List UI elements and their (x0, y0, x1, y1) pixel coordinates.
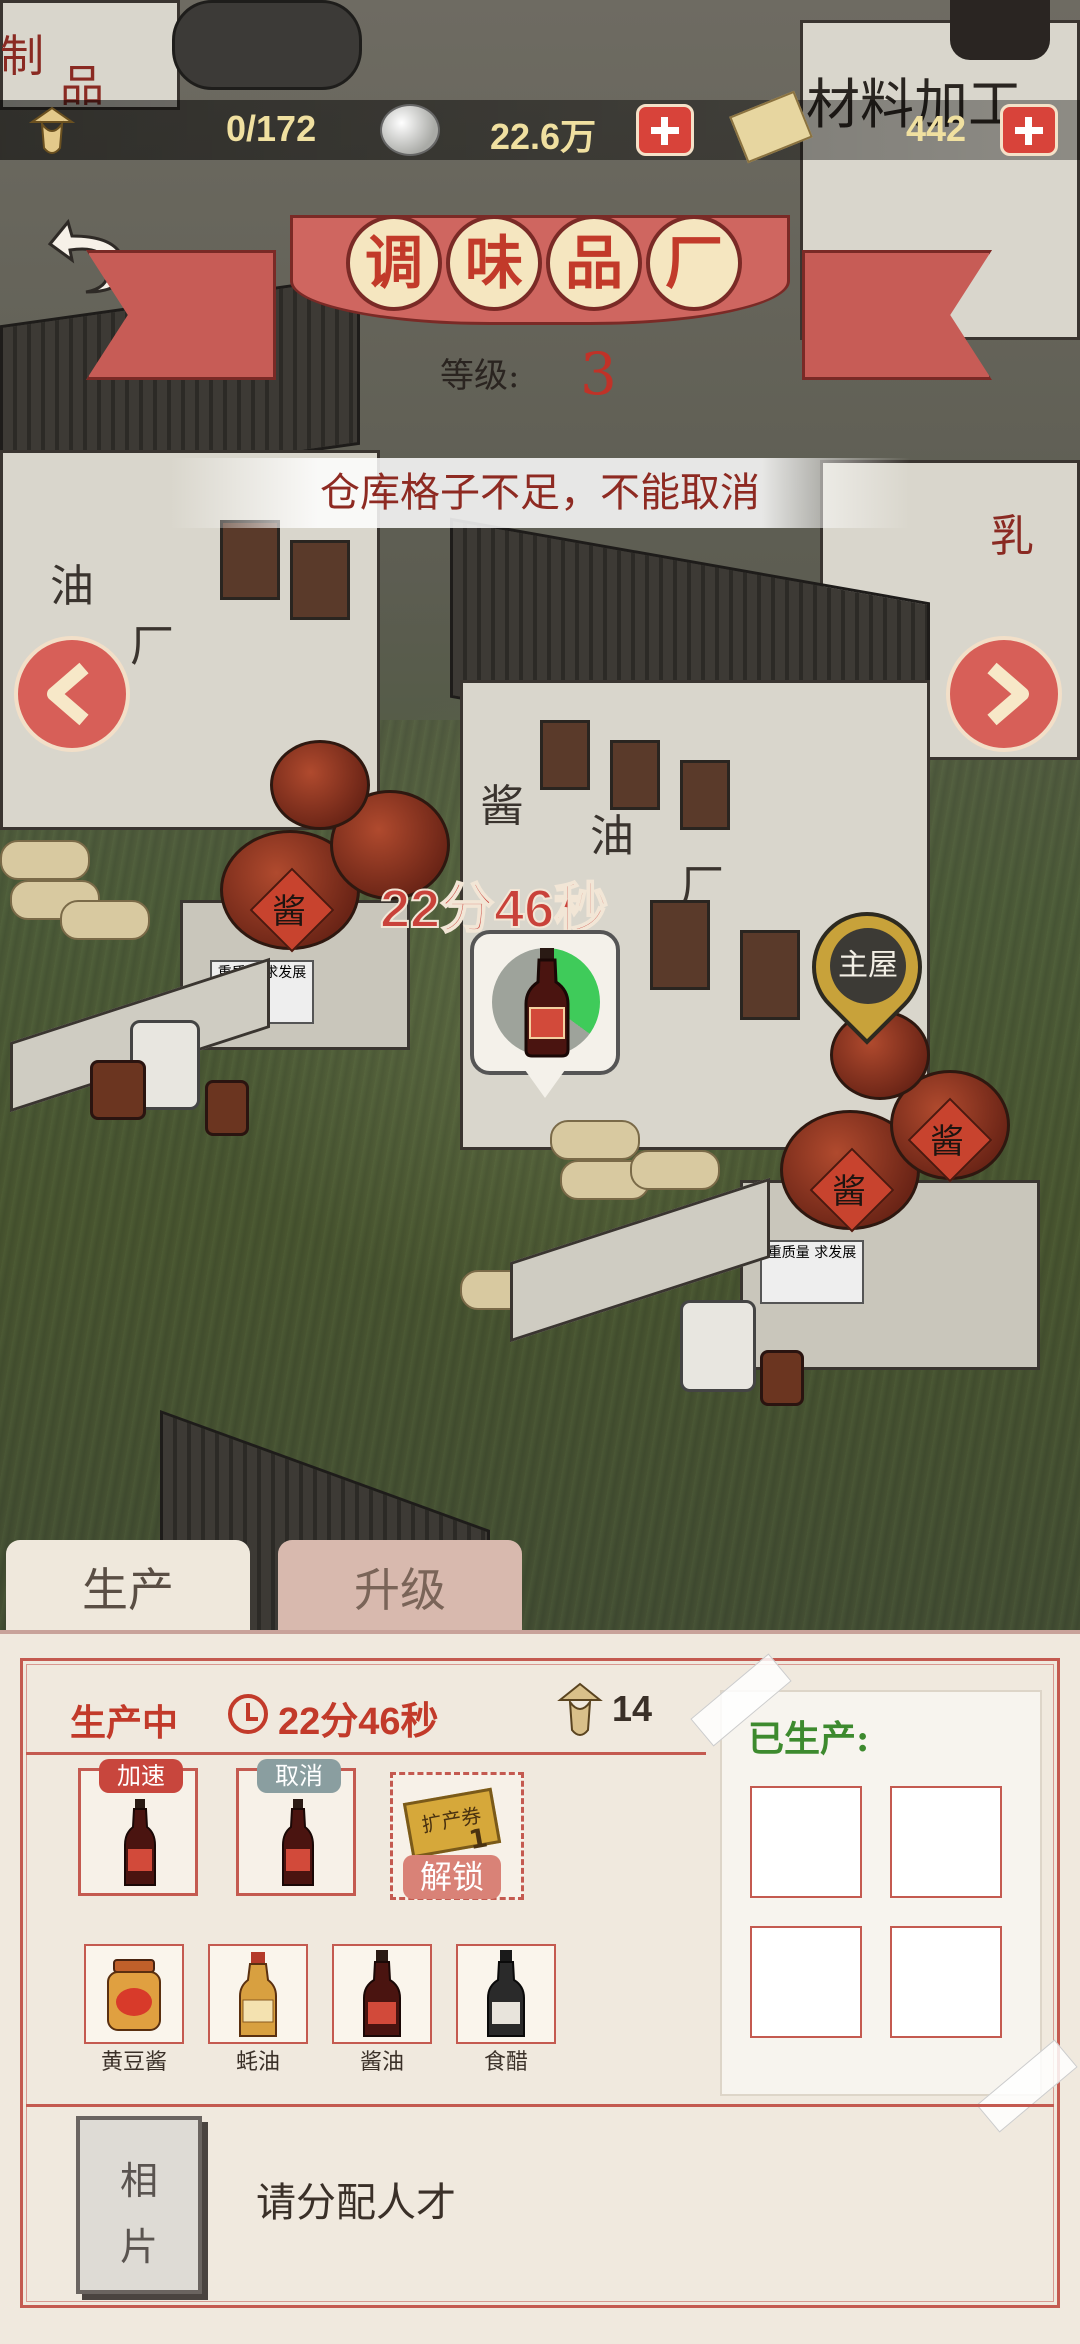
speed-up-button[interactable]: 加速 (99, 1759, 183, 1793)
window (740, 930, 800, 1020)
silver-coin-icon (380, 104, 440, 156)
panel-divider (26, 1752, 706, 1755)
production-slot-speedup[interactable]: 加速 (78, 1759, 198, 1896)
chevron-right-icon (987, 662, 1029, 726)
soy-sauce-bottle-icon (363, 1950, 401, 2037)
title-char-disc: 味 (446, 215, 542, 311)
silver-amount: 22.6万 (490, 116, 597, 157)
jar-text: 酱 (272, 892, 306, 932)
sign-char: 乳 (990, 511, 1034, 562)
tab-production[interactable]: 生产 (6, 1540, 250, 1640)
product-name: 黄豆酱 (100, 2050, 167, 2075)
produced-slot[interactable] (750, 1786, 862, 1898)
wood-bucket (90, 1060, 146, 1120)
tab-upgrade[interactable]: 升级 (278, 1540, 522, 1640)
product-option-vinegar[interactable] (456, 1944, 556, 2044)
sign-char: 厂 (130, 621, 174, 672)
window (220, 520, 280, 600)
assign-talent-prompt: 请分配人才 (256, 2180, 456, 2226)
production-slot-cancel[interactable]: 取消 (236, 1759, 356, 1896)
worker-hat-icon (28, 106, 76, 154)
water-tank (172, 0, 362, 90)
window (680, 760, 730, 830)
white-barrel (680, 1300, 756, 1392)
previous-building-button[interactable] (14, 636, 130, 752)
sign-char: 油 (50, 561, 94, 612)
photo-char: 相 (119, 2159, 158, 2203)
grain-sack (630, 1150, 720, 1190)
soy-sauce-bottle-icon (524, 948, 570, 1058)
grain-sack (550, 1120, 640, 1160)
panel-lower-divider (26, 2104, 1054, 2107)
bean-paste-jar-icon (107, 1959, 161, 2031)
window (650, 900, 710, 990)
level-label: 等级: (440, 356, 520, 396)
produced-title: 已生产: (748, 1718, 870, 1760)
level-value: 3 (580, 340, 617, 408)
wood-bucket (205, 1080, 249, 1136)
product-option-oyster-sauce[interactable] (208, 1944, 308, 2044)
production-slot-locked[interactable]: 扩产券 1 解锁 (390, 1772, 524, 1900)
platform-sign: 重质量 求发展 (760, 1240, 864, 1304)
produced-slot[interactable] (890, 1926, 1002, 2038)
window (610, 740, 660, 810)
cancel-button[interactable]: 取消 (257, 1759, 341, 1793)
avatar-feet (950, 0, 1050, 60)
product-name: 酱油 (359, 2050, 404, 2075)
chevron-left-icon (47, 662, 89, 726)
add-gold-button[interactable] (1000, 104, 1058, 156)
window (290, 540, 350, 620)
next-building-button[interactable] (946, 636, 1062, 752)
title-char-disc: 品 (546, 215, 642, 311)
sign-char: 酱 (480, 781, 524, 832)
gold-amount: 442 (906, 108, 967, 149)
title-char-disc: 调 (346, 215, 442, 311)
photo-char: 片 (119, 2225, 158, 2269)
vinegar-bottle-icon (487, 1950, 525, 2037)
clock-icon (228, 1694, 268, 1734)
grain-sack (0, 840, 90, 880)
sauce-jar (270, 740, 370, 830)
production-remaining-time: 22分46秒 (278, 1701, 439, 1743)
product-option-soy-sauce[interactable] (332, 1944, 432, 2044)
produced-slot[interactable] (890, 1786, 1002, 1898)
production-bubble[interactable] (470, 930, 620, 1075)
talent-photo-button[interactable]: 相 片 (76, 2116, 202, 2294)
grain-sack (60, 900, 150, 940)
add-silver-button[interactable] (636, 104, 694, 156)
product-name: 食醋 (483, 2050, 528, 2075)
sign-char: 制 (0, 31, 44, 82)
jar-text: 酱 (930, 1122, 964, 1162)
oyster-sauce-bottle-icon (239, 1952, 277, 2037)
warning-message: 仓库格子不足，不能取消 (170, 458, 910, 528)
expansion-ticket-icon: 扩产券 1 (402, 1787, 502, 1859)
soy-sauce-bottle-icon (124, 1799, 156, 1886)
bubble-tail (525, 1070, 565, 1098)
jar-text: 酱 (832, 1172, 866, 1212)
product-name: 蚝油 (235, 2050, 280, 2075)
product-option-bean-paste[interactable] (84, 1944, 184, 2044)
assigned-worker-count: 14 (612, 1688, 653, 1729)
soy-sauce-bottle-icon (282, 1799, 314, 1886)
production-status-label: 生产中 (70, 1702, 179, 1744)
window (540, 720, 590, 790)
produced-slot[interactable] (750, 1926, 862, 2038)
title-char-disc: 厂 (646, 215, 742, 311)
workers-count: 0/172 (226, 108, 317, 149)
unlock-button[interactable]: 解锁 (403, 1855, 501, 1899)
worker-icon (557, 1682, 603, 1736)
main-house-label[interactable]: 主屋 (830, 928, 906, 1004)
wood-bucket (760, 1350, 804, 1406)
